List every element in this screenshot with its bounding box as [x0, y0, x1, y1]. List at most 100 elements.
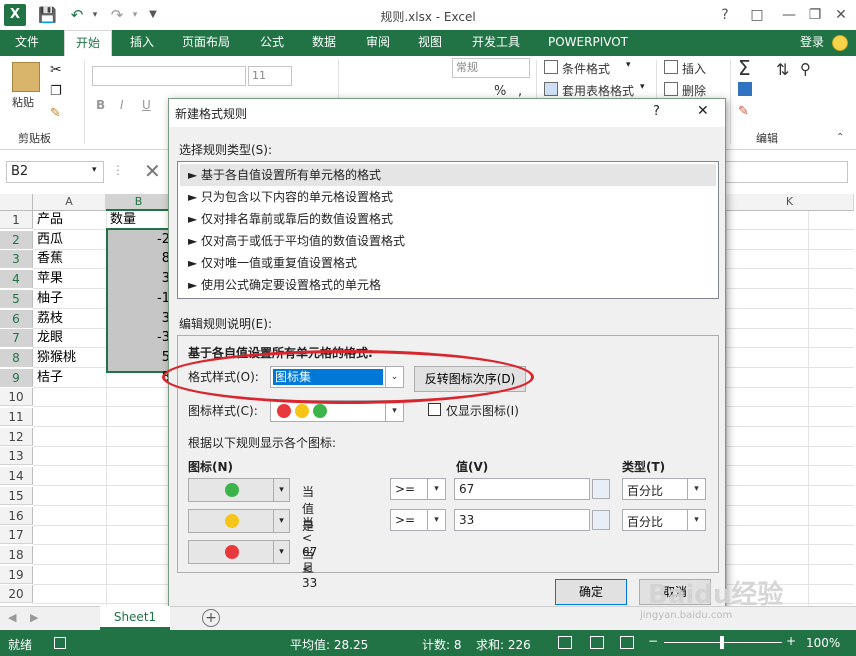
dialog-close-icon[interactable]: ✕	[697, 103, 709, 119]
macro-record-icon[interactable]	[54, 637, 66, 649]
delete-button[interactable]: 删除	[682, 82, 706, 99]
minimize-icon[interactable]: —	[778, 4, 800, 26]
sort-filter-icon[interactable]: ⇅	[776, 60, 789, 79]
zoom-out-icon[interactable]: −	[648, 634, 658, 648]
zoom-level[interactable]: 100%	[806, 636, 840, 650]
fill-icon[interactable]	[738, 82, 752, 96]
cell-a[interactable]: 猕猴桃	[37, 349, 105, 367]
cell-b[interactable]: 8	[108, 250, 170, 268]
row-header[interactable]: 12	[0, 427, 33, 446]
operator-select[interactable]: >= ▾	[390, 478, 446, 500]
row-header[interactable]: 11	[0, 408, 33, 426]
close-icon[interactable]: ✕	[830, 4, 852, 26]
type-select[interactable]: 百分比 ▾	[622, 509, 706, 531]
add-sheet-icon[interactable]: +	[202, 609, 220, 627]
icon-select[interactable]: ▾	[188, 478, 290, 502]
cell-a[interactable]: 龙眼	[37, 329, 105, 347]
percent-icon[interactable]: %	[494, 84, 506, 99]
format-painter-icon[interactable]: ✎	[50, 106, 61, 121]
font-size-box[interactable]: 11	[248, 66, 292, 86]
row-header[interactable]: 2	[0, 230, 33, 249]
cell-b[interactable]: 3	[108, 270, 170, 288]
conditional-format-button[interactable]: 条件格式	[562, 60, 610, 77]
smiley-icon[interactable]	[832, 35, 848, 51]
cell-b[interactable]: 5	[108, 349, 170, 367]
zoom-in-icon[interactable]: +	[786, 634, 796, 648]
underline-icon[interactable]: U	[142, 98, 151, 112]
tab-data[interactable]: 数据	[304, 30, 344, 56]
row-header[interactable]: 7	[0, 329, 33, 348]
value-input[interactable]: 67	[454, 478, 590, 500]
ribbon-display-icon[interactable]: □	[746, 4, 768, 26]
value-input[interactable]: 33	[454, 509, 590, 531]
cell-a[interactable]: 荔枝	[37, 310, 105, 328]
range-select-icon[interactable]	[592, 510, 610, 530]
rule-type-item[interactable]: ► 仅对排名靠前或靠后的数值设置格式	[180, 208, 716, 230]
tab-insert[interactable]: 插入	[122, 30, 162, 56]
comma-icon[interactable]: ,	[518, 84, 522, 99]
help-icon[interactable]: ?	[714, 4, 736, 26]
operator-select[interactable]: >= ▾	[390, 509, 446, 531]
paste-icon[interactable]	[12, 62, 40, 92]
row-header[interactable]: 1	[0, 211, 33, 229]
cell-b[interactable]: -3	[108, 329, 170, 347]
sheet-tab-sheet1[interactable]: Sheet1	[100, 606, 170, 630]
page-break-view-icon[interactable]	[620, 636, 634, 649]
tab-developer[interactable]: 开发工具	[464, 30, 528, 56]
rule-type-item[interactable]: ► 基于各自值设置所有单元格的格式	[180, 164, 716, 186]
scroll-right-icon[interactable]: ▶	[30, 611, 38, 624]
cancel-entry-icon[interactable]: ✕	[144, 159, 161, 183]
rule-type-item[interactable]: ► 仅对唯一值或重复值设置格式	[180, 252, 716, 274]
chevron-down-icon[interactable]: ▾	[626, 60, 631, 70]
copy-icon[interactable]: ❐	[50, 84, 62, 99]
row-header[interactable]: 4	[0, 270, 33, 289]
normal-view-icon[interactable]	[558, 636, 572, 649]
maximize-icon[interactable]: ❐	[804, 4, 826, 26]
font-name-box[interactable]	[92, 66, 246, 86]
cell-b[interactable]: 数量	[110, 211, 170, 229]
paste-label[interactable]: 粘贴	[12, 94, 34, 110]
ok-button[interactable]: 确定	[555, 579, 627, 605]
number-format-box[interactable]: 常规	[452, 58, 530, 78]
row-header[interactable]: 9	[0, 368, 33, 387]
cell-a[interactable]: 苹果	[37, 270, 105, 288]
cut-icon[interactable]: ✂	[50, 62, 62, 78]
icon-select[interactable]: ▾	[188, 509, 290, 533]
row-header[interactable]: 10	[0, 388, 33, 407]
row-header[interactable]: 18	[0, 545, 33, 564]
column-header-k[interactable]: K	[726, 194, 854, 211]
tab-formulas[interactable]: 公式	[252, 30, 292, 56]
tab-view[interactable]: 视图	[410, 30, 450, 56]
column-header-b[interactable]: B	[106, 194, 172, 211]
row-header[interactable]: 17	[0, 526, 33, 545]
row-header[interactable]: 20	[0, 585, 33, 604]
cell-a[interactable]: 桔子	[37, 369, 105, 387]
row-header[interactable]: 5	[0, 289, 33, 308]
dialog-help-icon[interactable]: ?	[653, 104, 660, 119]
tab-powerpivot[interactable]: POWERPIVOT	[540, 30, 636, 56]
range-select-icon[interactable]	[592, 479, 610, 499]
table-format-button[interactable]: 套用表格格式	[562, 82, 634, 99]
find-select-icon[interactable]: ⚲	[800, 60, 811, 78]
row-header[interactable]: 6	[0, 309, 33, 328]
autosum-icon[interactable]: Σ	[738, 56, 751, 80]
tab-file[interactable]: 文件	[4, 30, 50, 56]
tab-page-layout[interactable]: 页面布局	[174, 30, 238, 56]
column-header-a[interactable]: A	[33, 194, 106, 211]
show-icon-only-checkbox[interactable]	[428, 403, 441, 416]
login-link[interactable]: 登录	[792, 30, 832, 56]
cell-a[interactable]: 产品	[37, 211, 105, 229]
row-header[interactable]: 16	[0, 506, 33, 525]
row-header[interactable]: 3	[0, 250, 33, 269]
rule-type-item[interactable]: ► 只为包含以下内容的单元格设置格式	[180, 186, 716, 208]
row-header[interactable]: 8	[0, 348, 33, 367]
cell-b[interactable]: -2	[108, 231, 170, 249]
rule-type-item[interactable]: ► 使用公式确定要设置格式的单元格	[180, 274, 716, 296]
cell-a[interactable]: 香蕉	[37, 250, 105, 268]
collapse-ribbon-icon[interactable]: ⌃	[836, 132, 844, 143]
cell-b[interactable]: 8	[108, 369, 170, 387]
name-box-dropdown-icon[interactable]: ▾	[92, 165, 97, 175]
zoom-slider-thumb[interactable]	[720, 636, 724, 649]
cell-b[interactable]: 3	[108, 310, 170, 328]
icon-select[interactable]: ▾	[188, 540, 290, 564]
